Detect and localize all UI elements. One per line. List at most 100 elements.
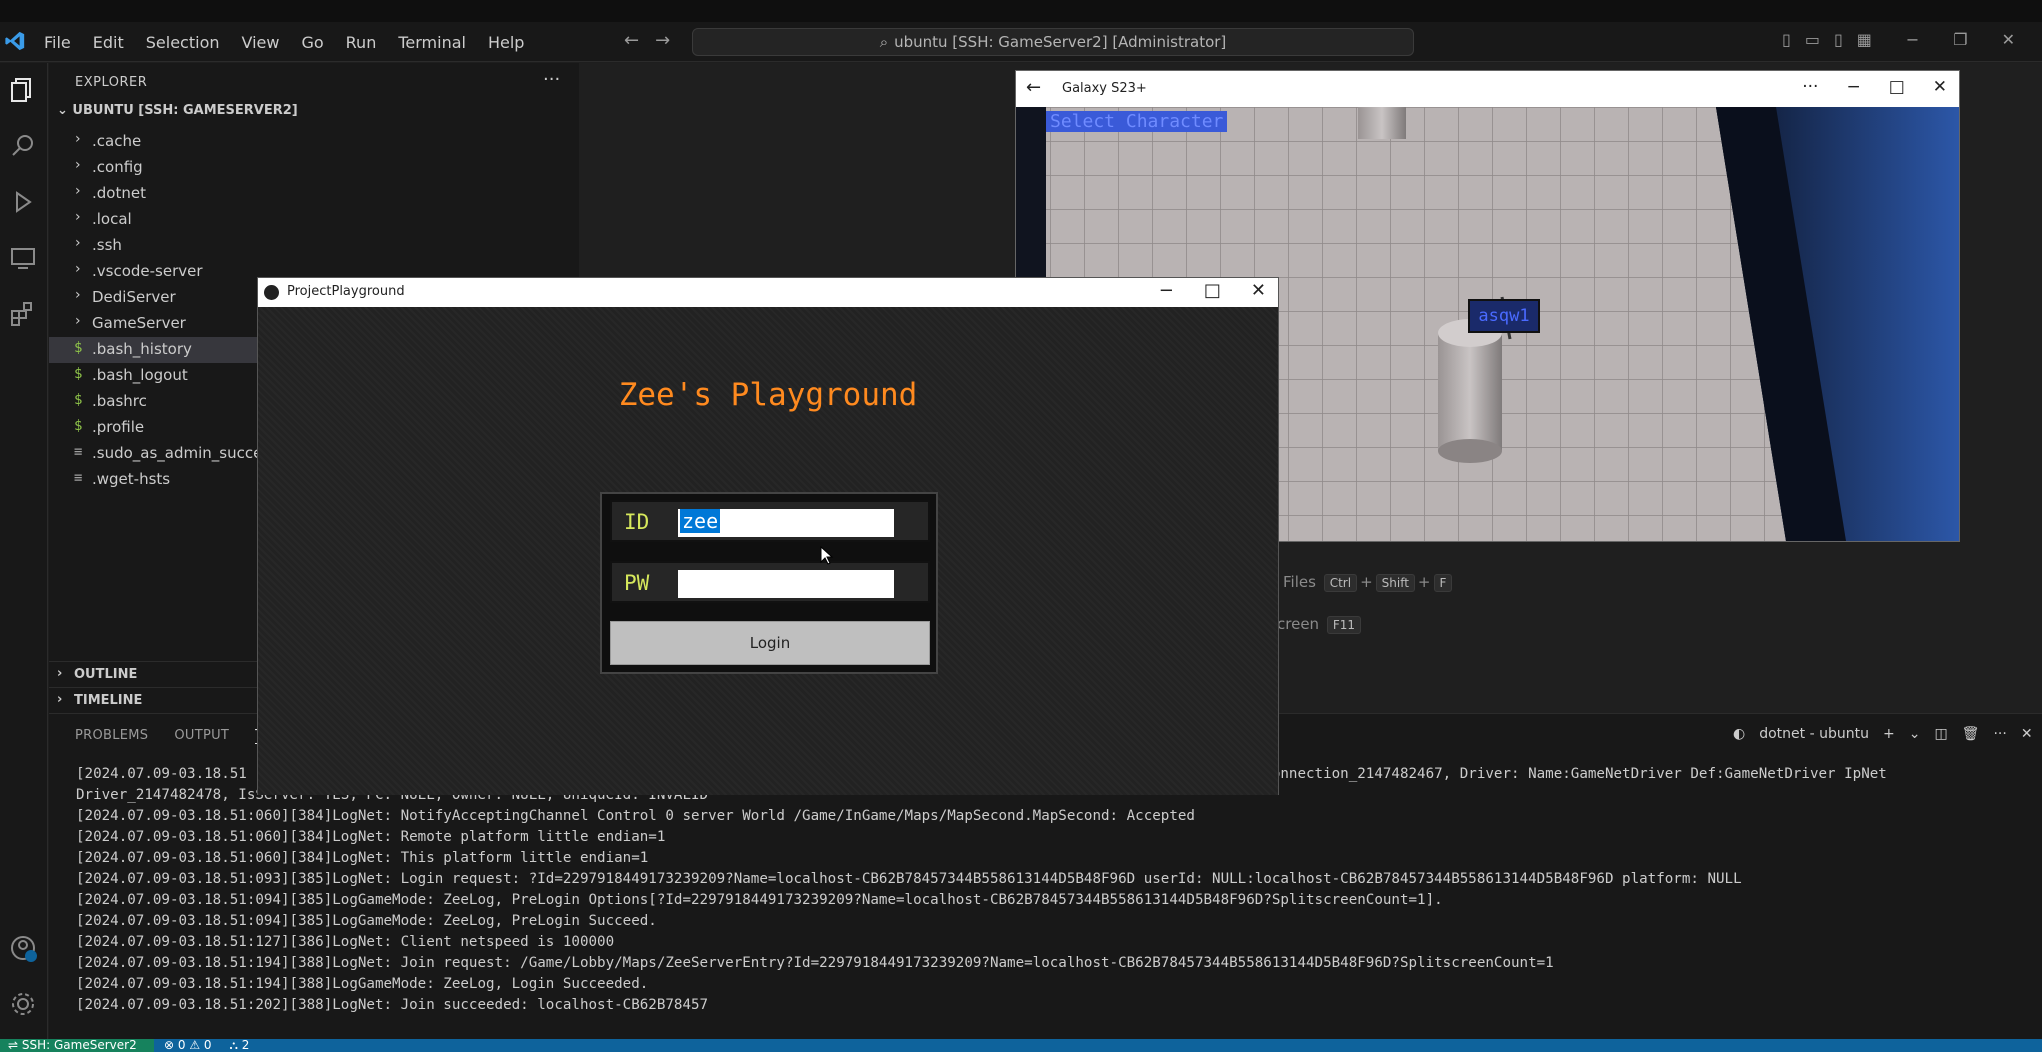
terminal-line: [2024.07.09-03.18.51:060][384]LogNet: No… [76, 808, 1195, 824]
menu-file[interactable]: File [44, 33, 71, 52]
chevron-right-icon: › [75, 209, 81, 225]
menu-view[interactable]: View [242, 33, 280, 52]
close-icon[interactable]: ✕ [1251, 280, 1266, 301]
login-button[interactable]: Login [610, 621, 930, 665]
ports-count: 2 [241, 1038, 250, 1052]
tree-item-folder[interactable]: › .dotnet [49, 181, 579, 207]
shortcut-key: Ctrl [1323, 574, 1358, 592]
restore-icon[interactable]: ❐ [1953, 30, 1967, 49]
unreal-logo-icon [264, 285, 279, 300]
status-bar: ⇌ SSH: GameServer2 ⊗ 0 ⚠ 0 ⛬ 2 [0, 1039, 2042, 1052]
ports-status[interactable]: ⛬ 2 [230, 1039, 250, 1052]
maximize-icon[interactable]: □ [1889, 77, 1905, 97]
shortcut-key: F11 [1326, 616, 1362, 634]
terminal-name[interactable]: dotnet - ubuntu [1759, 726, 1869, 742]
close-icon[interactable]: ✕ [2002, 30, 2015, 49]
playground-window-title: ProjectPlayground [287, 284, 405, 299]
panel-tabs: PROBLEMS OUTPUT TI [75, 728, 268, 744]
minimize-icon[interactable]: − [1906, 30, 1919, 49]
select-character-label[interactable]: Select Character [1046, 111, 1228, 132]
trash-icon[interactable]: 🗑 [1962, 726, 1980, 742]
remote-explorer-icon[interactable] [8, 243, 38, 273]
command-center[interactable]: ⌕ ubuntu [SSH: GameServer2] [Administrat… [692, 28, 1414, 56]
shell-file-icon: $ [74, 392, 83, 408]
extensions-icon[interactable] [8, 299, 38, 329]
back-arrow-icon[interactable]: ← [624, 30, 639, 51]
menu-run[interactable]: Run [346, 33, 377, 52]
menu-terminal[interactable]: Terminal [398, 33, 466, 52]
menu-go[interactable]: Go [301, 33, 323, 52]
tree-item-label: .profile [92, 418, 145, 436]
more-actions-icon[interactable]: ··· [543, 69, 560, 90]
game-heading: Zee's Playground [618, 377, 918, 413]
more-options-icon[interactable]: ··· [1802, 77, 1818, 97]
vscode-logo-icon[interactable] [4, 30, 26, 52]
tree-item-folder[interactable]: › .config [49, 155, 579, 181]
project-playground-window: ProjectPlayground − □ ✕ Zee's Playground… [257, 277, 1279, 795]
toggle-secondary-sidebar-icon[interactable]: ▯ [1834, 30, 1843, 49]
shortcut-label: Files [1283, 573, 1316, 591]
split-terminal-icon[interactable]: ◫ [1934, 726, 1947, 742]
remote-indicator[interactable]: ⇌ SSH: GameServer2 [0, 1039, 154, 1052]
remote-label: SSH: GameServer2 [21, 1038, 137, 1052]
galaxy-title-bar: ← Galaxy S23+ ··· − □ ✕ [1016, 71, 1959, 107]
tree-item-label: .bashrc [92, 392, 147, 410]
toggle-panel-icon[interactable]: ▭ [1805, 30, 1820, 49]
tree-item-label: .bash_history [92, 340, 192, 358]
minimize-icon[interactable]: − [1846, 77, 1860, 97]
maximize-icon[interactable]: □ [1204, 280, 1221, 301]
warning-count: 0 [203, 1038, 212, 1052]
id-input[interactable]: zee [678, 509, 894, 537]
menu-edit[interactable]: Edit [93, 33, 124, 52]
chevron-down-icon[interactable]: ⌄ [1909, 726, 1921, 742]
more-actions-icon[interactable]: ··· [1993, 726, 2006, 742]
top-band [0, 0, 2042, 22]
customize-layout-icon[interactable]: ▦ [1857, 30, 1872, 49]
tree-item-label: DediServer [92, 288, 176, 306]
search-icon: ⌕ [879, 33, 889, 51]
timeline-label: TIMELINE [74, 693, 143, 708]
playground-body: Zee's Playground ID zee PW Login [258, 307, 1278, 795]
search-icon[interactable] [8, 131, 38, 161]
close-icon[interactable]: ✕ [1933, 77, 1947, 97]
chevron-right-icon: › [75, 313, 81, 329]
shell-file-icon: $ [74, 340, 83, 356]
pw-label: PW [624, 571, 650, 595]
tree-item-label: .wget-hsts [92, 470, 171, 488]
pw-input[interactable] [678, 570, 894, 598]
chevron-right-icon: › [75, 131, 81, 147]
workspace-root[interactable]: ⌄ UBUNTU [SSH: GAMESERVER2] [57, 103, 298, 118]
explorer-header: EXPLORER [75, 75, 148, 90]
problems-status[interactable]: ⊗ 0 ⚠ 0 [164, 1039, 212, 1052]
explorer-icon[interactable] [8, 75, 38, 105]
terminal-process-icon: ◐ [1733, 726, 1746, 742]
accounts-icon[interactable] [8, 933, 38, 963]
close-panel-icon[interactable]: ✕ [2021, 726, 2033, 742]
shortcut-key: Shift [1375, 574, 1415, 592]
activity-bar [0, 63, 48, 1039]
menu-selection[interactable]: Selection [146, 33, 220, 52]
tree-item-folder[interactable]: › .cache [49, 129, 579, 155]
tab-output[interactable]: OUTPUT [174, 728, 229, 744]
minimize-icon[interactable]: − [1159, 280, 1174, 301]
tree-item-folder[interactable]: › .ssh [49, 233, 579, 259]
chevron-right-icon: › [75, 235, 81, 251]
run-debug-icon[interactable] [8, 187, 38, 217]
settings-gear-icon[interactable] [8, 989, 38, 1019]
back-arrow-icon[interactable]: ← [1026, 77, 1041, 98]
toggle-sidebar-icon[interactable]: ▯ [1782, 30, 1791, 49]
remote-icon: ⇌ [8, 1038, 22, 1052]
new-terminal-icon[interactable]: + [1883, 726, 1895, 742]
id-input-value: zee [680, 509, 721, 533]
terminal-line: [2024.07.09-03.18.51:060][384]LogNet: Th… [76, 850, 649, 866]
menu-help[interactable]: Help [488, 33, 524, 52]
forward-arrow-icon[interactable]: → [655, 30, 670, 51]
tree-item-folder[interactable]: › .local [49, 207, 579, 233]
tab-problems[interactable]: PROBLEMS [75, 728, 148, 744]
error-count: 0 [177, 1038, 186, 1052]
terminal-output[interactable]: [2024.07.09-03.18.51 Name: IpConnection_… [76, 764, 1887, 1037]
player-nametag: asqw1 [1468, 299, 1540, 333]
menu-bar: File Edit Selection View Go Run Terminal… [44, 22, 546, 62]
chevron-right-icon: › [75, 157, 81, 173]
